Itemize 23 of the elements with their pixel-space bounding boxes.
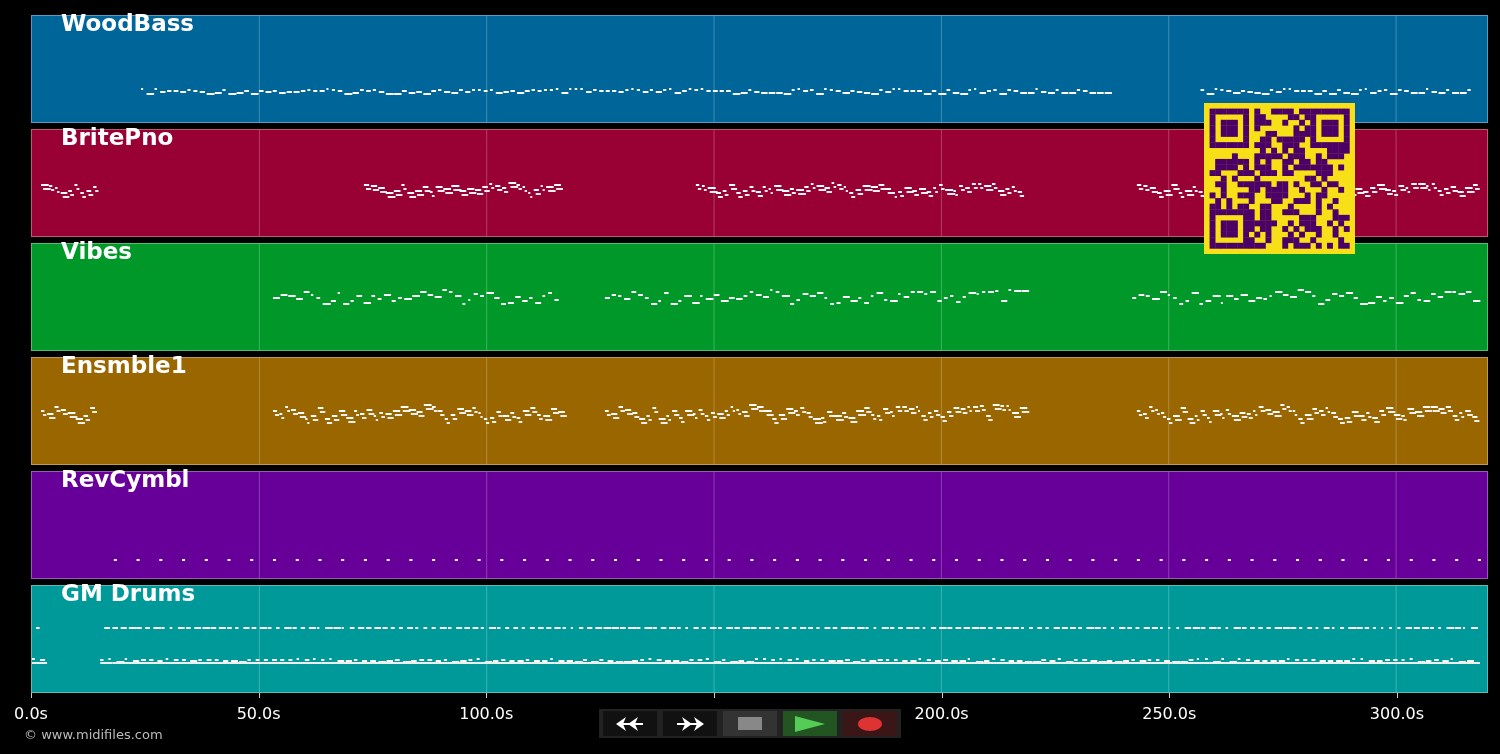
stop-button[interactable] [723,711,777,736]
fast-forward-button[interactable] [663,711,717,736]
track-name: WoodBass [61,12,195,35]
axis-label: 250.0s [1142,704,1197,723]
track-name: Vibes [61,240,133,263]
play-button[interactable] [783,711,837,736]
axis-label: 100.0s [459,704,514,723]
play-icon [795,715,825,732]
axis-label: 0.0s [14,704,48,723]
copyright-text: © www.midifiles.com [24,727,163,742]
record-button[interactable] [843,711,897,736]
track-name: RevCymbl [61,468,190,491]
track-name: Ensmble1 [61,354,187,377]
axis-label: 50.0s [236,704,281,723]
axis-label: 300.0s [1369,704,1424,723]
track-name: BritePno [61,126,174,149]
rewind-button[interactable] [603,711,657,736]
record-icon [858,716,882,731]
axis-label: 200.0s [914,704,969,723]
rewind-icon [616,716,644,731]
stop-icon [738,717,762,730]
track-name: GM Drums [61,582,196,605]
fast-forward-icon [676,716,704,731]
